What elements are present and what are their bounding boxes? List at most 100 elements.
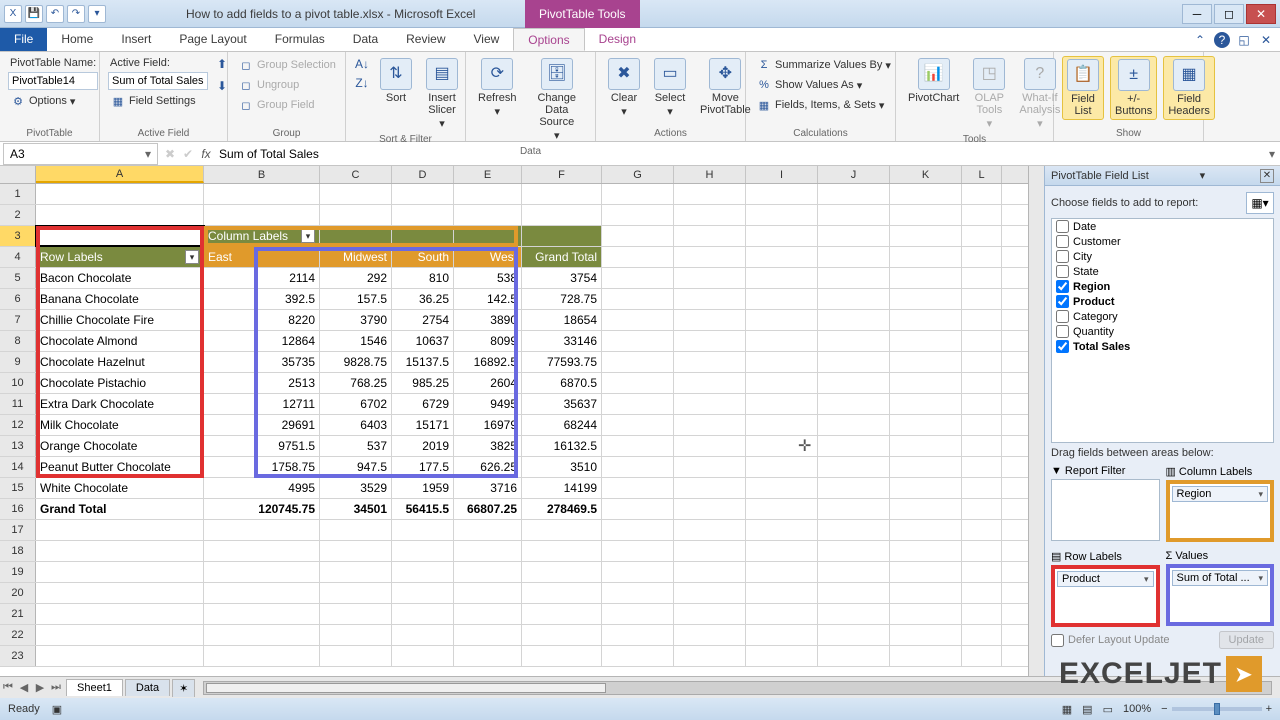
- cell[interactable]: [818, 520, 890, 540]
- cell[interactable]: [454, 184, 522, 204]
- cell[interactable]: [204, 520, 320, 540]
- cell[interactable]: [962, 604, 1002, 624]
- row-header[interactable]: 11: [0, 394, 36, 414]
- cell[interactable]: [890, 520, 962, 540]
- cell[interactable]: [320, 520, 392, 540]
- vertical-scrollbar[interactable]: [1028, 166, 1044, 698]
- cell[interactable]: [746, 499, 818, 519]
- row-header[interactable]: 22: [0, 625, 36, 645]
- cell[interactable]: [602, 604, 674, 624]
- cell[interactable]: [602, 373, 674, 393]
- cell[interactable]: 728.75: [522, 289, 602, 309]
- cell[interactable]: 33146: [522, 331, 602, 351]
- tab-formulas[interactable]: Formulas: [261, 28, 339, 51]
- cell[interactable]: 626.25: [454, 457, 522, 477]
- cell[interactable]: [746, 625, 818, 645]
- cell[interactable]: [962, 457, 1002, 477]
- cell[interactable]: 278469.5: [522, 499, 602, 519]
- field-checkbox[interactable]: [1056, 235, 1069, 248]
- tab-file[interactable]: File: [0, 28, 47, 51]
- col-header-E[interactable]: E: [454, 166, 522, 183]
- field-headers-button[interactable]: ▦Field Headers: [1163, 56, 1215, 120]
- cell[interactable]: 2604: [454, 373, 522, 393]
- cell[interactable]: [746, 457, 818, 477]
- cell[interactable]: [890, 583, 962, 603]
- cell[interactable]: [392, 184, 454, 204]
- tab-options[interactable]: Options: [513, 28, 584, 51]
- cell[interactable]: [962, 415, 1002, 435]
- pane-dropdown-icon[interactable]: ▾: [1200, 169, 1206, 182]
- cell[interactable]: [674, 562, 746, 582]
- col-header-F[interactable]: F: [522, 166, 602, 183]
- cell[interactable]: [454, 226, 522, 246]
- next-sheet-icon[interactable]: ▶: [32, 681, 48, 694]
- cell[interactable]: [522, 184, 602, 204]
- row-header[interactable]: 19: [0, 562, 36, 582]
- row-header[interactable]: 20: [0, 583, 36, 603]
- cell[interactable]: [454, 583, 522, 603]
- field-item-total sales[interactable]: Total Sales: [1052, 339, 1273, 354]
- cell[interactable]: [674, 268, 746, 288]
- cell[interactable]: [962, 226, 1002, 246]
- cell[interactable]: [602, 184, 674, 204]
- cell[interactable]: [746, 562, 818, 582]
- cell[interactable]: [392, 604, 454, 624]
- cell[interactable]: 4995: [204, 478, 320, 498]
- cell[interactable]: [674, 520, 746, 540]
- cell[interactable]: [204, 541, 320, 561]
- values-area[interactable]: Sum of Total ...▾: [1166, 564, 1275, 626]
- report-filter-area[interactable]: [1051, 479, 1160, 541]
- cell[interactable]: 12711: [204, 394, 320, 414]
- cell[interactable]: 810: [392, 268, 454, 288]
- cell[interactable]: [454, 604, 522, 624]
- insert-slicer-button[interactable]: ▤Insert Slicer ▾: [422, 56, 462, 132]
- cell[interactable]: 6702: [320, 394, 392, 414]
- cell[interactable]: [674, 436, 746, 456]
- field-checkbox[interactable]: [1056, 250, 1069, 263]
- pivottable-name-input[interactable]: [8, 72, 98, 90]
- cell[interactable]: [746, 394, 818, 414]
- minimize-ribbon-icon[interactable]: ⌃: [1192, 32, 1208, 48]
- cell[interactable]: 10637: [392, 331, 454, 351]
- cell[interactable]: 1546: [320, 331, 392, 351]
- sort-desc-icon[interactable]: Z↓: [354, 75, 370, 91]
- plus-minus-buttons[interactable]: ±+/- Buttons: [1110, 56, 1157, 120]
- cell[interactable]: [746, 184, 818, 204]
- col-header-H[interactable]: H: [674, 166, 746, 183]
- field-checkbox[interactable]: [1056, 280, 1069, 293]
- cell[interactable]: [818, 415, 890, 435]
- field-checklist[interactable]: DateCustomerCityStateRegionProductCatego…: [1051, 218, 1274, 443]
- cell[interactable]: [818, 478, 890, 498]
- minimize-button[interactable]: ─: [1182, 4, 1212, 24]
- cell[interactable]: [962, 352, 1002, 372]
- help-icon[interactable]: ?: [1214, 32, 1230, 48]
- worksheet-grid[interactable]: ABCDEFGHIJKL 123Sum of Total SalesColumn…: [0, 166, 1028, 698]
- product-chip[interactable]: Product▾: [1057, 571, 1154, 587]
- cell[interactable]: [320, 205, 392, 225]
- cell[interactable]: [962, 478, 1002, 498]
- row-header[interactable]: 6: [0, 289, 36, 309]
- cell[interactable]: [818, 352, 890, 372]
- fields-items-sets-button[interactable]: ▦Fields, Items, & Sets ▾: [754, 96, 893, 114]
- last-sheet-icon[interactable]: ⏭: [48, 681, 64, 694]
- field-settings-button[interactable]: ▦Field Settings: [108, 92, 208, 110]
- cell[interactable]: [890, 541, 962, 561]
- cell[interactable]: [36, 184, 204, 204]
- cell[interactable]: [746, 604, 818, 624]
- cell[interactable]: [602, 499, 674, 519]
- cell[interactable]: [392, 562, 454, 582]
- cell[interactable]: [674, 499, 746, 519]
- cell[interactable]: [674, 457, 746, 477]
- cell[interactable]: [602, 541, 674, 561]
- cell[interactable]: [674, 415, 746, 435]
- cell[interactable]: [454, 541, 522, 561]
- cell[interactable]: [674, 226, 746, 246]
- row-header[interactable]: 7: [0, 310, 36, 330]
- cell[interactable]: 29691: [204, 415, 320, 435]
- cell[interactable]: Milk Chocolate: [36, 415, 204, 435]
- cancel-formula-icon[interactable]: ✖: [161, 147, 179, 161]
- row-header[interactable]: 13: [0, 436, 36, 456]
- row-header[interactable]: 21: [0, 604, 36, 624]
- cell[interactable]: [674, 646, 746, 666]
- cell[interactable]: [746, 583, 818, 603]
